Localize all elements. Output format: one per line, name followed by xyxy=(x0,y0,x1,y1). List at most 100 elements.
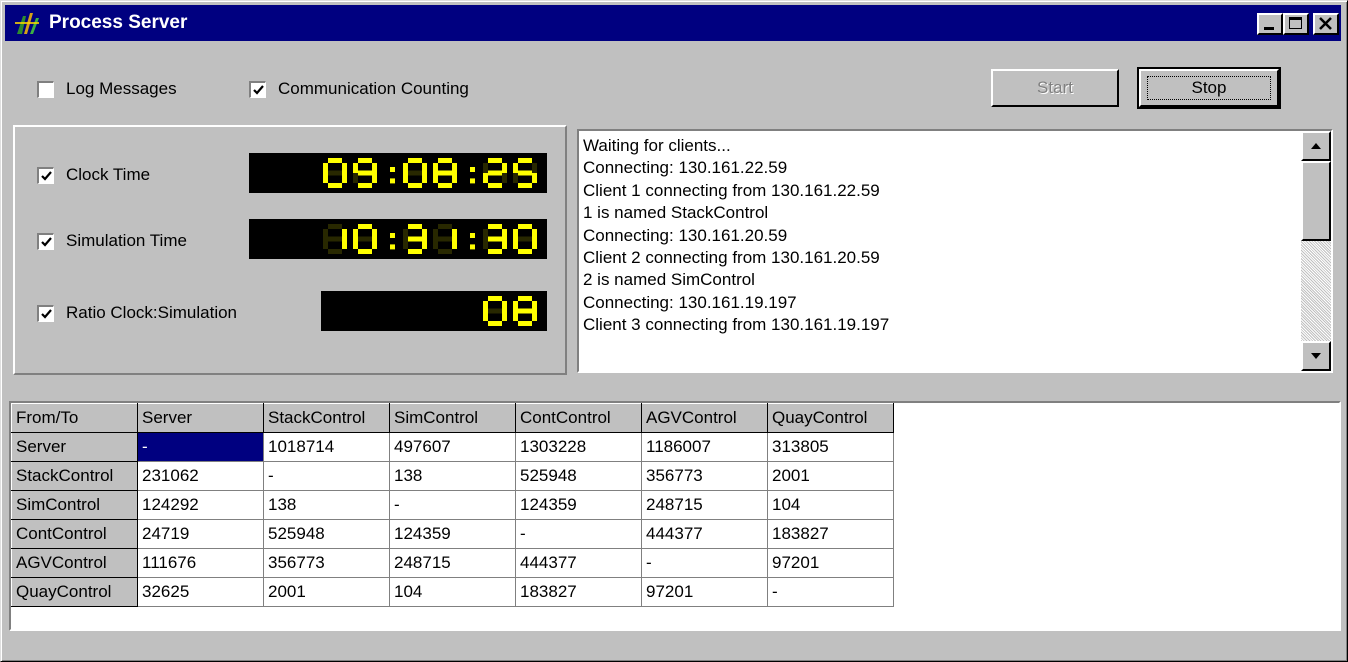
table-cell[interactable]: 313805 xyxy=(767,432,894,462)
column-header[interactable]: Server xyxy=(137,403,264,433)
ratio-display xyxy=(321,291,547,331)
table-cell[interactable]: 124292 xyxy=(137,490,264,520)
communication-matrix[interactable]: From/To Server StackControl SimControl ContC… xyxy=(9,401,1341,631)
stop-button[interactable]: Stop xyxy=(1137,67,1281,109)
lcd-digit xyxy=(433,224,457,254)
checkbox-box xyxy=(37,232,54,250)
table-cell[interactable]: - xyxy=(767,577,894,607)
scroll-down-button[interactable] xyxy=(1301,341,1331,371)
table-cell[interactable]: 111676 xyxy=(137,548,264,578)
table-cell[interactable]: 2001 xyxy=(263,577,390,607)
table-cell[interactable]: 24719 xyxy=(137,519,264,549)
communication-counting-checkbox[interactable]: Communication Counting xyxy=(249,79,469,99)
minimize-button[interactable] xyxy=(1257,13,1283,35)
table-cell[interactable]: 124359 xyxy=(389,519,516,549)
table-cell[interactable]: 97201 xyxy=(641,577,768,607)
log-line: Connecting: 130.161.20.59 xyxy=(583,225,788,245)
log-line: 1 is named StackControl xyxy=(583,203,769,223)
lcd-digit xyxy=(323,224,347,254)
maximize-button[interactable] xyxy=(1283,13,1309,35)
column-header[interactable]: AGVControl xyxy=(641,403,768,433)
column-header[interactable]: StackControl xyxy=(263,403,390,433)
column-header[interactable]: SimControl xyxy=(389,403,516,433)
table-cell[interactable]: 138 xyxy=(263,490,390,520)
row-header[interactable]: Server xyxy=(11,432,138,462)
communication-counting-label: Communication Counting xyxy=(278,79,469,98)
column-header[interactable]: QuayControl xyxy=(767,403,894,433)
lcd-digit xyxy=(353,158,377,188)
table-cell[interactable]: 183827 xyxy=(515,577,642,607)
row-header[interactable]: QuayControl xyxy=(11,577,138,607)
scroll-thumb[interactable] xyxy=(1301,161,1331,241)
simulation-time-checkbox[interactable]: Simulation Time xyxy=(37,231,187,251)
lcd-colon xyxy=(390,167,395,184)
table-cell[interactable]: 231062 xyxy=(137,461,264,491)
table-cell[interactable]: 138 xyxy=(389,461,516,491)
ratio-checkbox[interactable]: Ratio Clock:Simulation xyxy=(37,303,237,323)
communication-table: From/To Server StackControl SimControl ContC… xyxy=(11,403,894,607)
table-cell[interactable]: 32625 xyxy=(137,577,264,607)
table-cell[interactable]: 1186007 xyxy=(641,432,768,462)
lcd-digit xyxy=(483,224,507,254)
clock-time-checkbox[interactable]: Clock Time xyxy=(37,165,150,185)
table-cell[interactable]: 2001 xyxy=(767,461,894,491)
table-cell[interactable]: 356773 xyxy=(263,548,390,578)
corner-header[interactable]: From/To xyxy=(11,403,138,433)
log-messages-checkbox[interactable]: Log Messages xyxy=(37,79,177,99)
table-row: ContControl 24719 525948 124359-444377 18382… xyxy=(11,519,894,549)
ratio-label: Ratio Clock:Simulation xyxy=(66,303,238,322)
row-header[interactable]: SimControl xyxy=(11,490,138,520)
table-row: QuayControl 32625 2001 104 183827 97201- xyxy=(11,577,894,607)
minimize-icon xyxy=(1264,27,1274,30)
process-server-app-icon xyxy=(15,13,39,34)
table-cell[interactable]: 525948 xyxy=(515,461,642,491)
table-cell[interactable]: 248715 xyxy=(641,490,768,520)
table-cell[interactable]: 1303228 xyxy=(515,432,642,462)
table-cell[interactable]: 124359 xyxy=(515,490,642,520)
table-cell[interactable]: - xyxy=(641,548,768,578)
arrow-up-icon xyxy=(1311,143,1321,149)
start-button[interactable]: Start xyxy=(991,69,1119,107)
row-header[interactable]: AGVControl xyxy=(11,548,138,578)
log-line: Client 2 connecting from 130.161.20.59 xyxy=(583,248,880,268)
row-header[interactable]: ContControl xyxy=(11,519,138,549)
log-messages-box[interactable]: Waiting for clients... Connecting: 130.16… xyxy=(577,129,1333,373)
table-cell[interactable]: 497607 xyxy=(389,432,516,462)
title-bar[interactable]: Process Server xyxy=(5,5,1341,41)
table-cell[interactable]: 183827 xyxy=(767,519,894,549)
arrow-down-icon xyxy=(1311,353,1321,359)
log-line: Connecting: 130.161.22.59 xyxy=(583,158,788,178)
vertical-scrollbar[interactable] xyxy=(1301,131,1331,371)
column-header[interactable]: ContControl xyxy=(515,403,642,433)
table-cell[interactable]: 104 xyxy=(389,577,516,607)
table-cell[interactable]: - xyxy=(137,432,264,462)
clock-time-label: Clock Time xyxy=(66,165,151,184)
table-cell[interactable]: 97201 xyxy=(767,548,894,578)
row-header[interactable]: StackControl xyxy=(11,461,138,491)
lcd-digit xyxy=(433,158,457,188)
table-row: StackControl 231062-138 525948 356773 2001 xyxy=(11,461,894,491)
window-title: Process Server xyxy=(49,12,188,33)
log-messages-label: Log Messages xyxy=(66,79,177,98)
table-cell[interactable]: - xyxy=(515,519,642,549)
simulation-time-label: Simulation Time xyxy=(66,231,187,250)
table-cell[interactable]: 525948 xyxy=(263,519,390,549)
table-cell[interactable]: 248715 xyxy=(389,548,516,578)
table-cell[interactable]: 444377 xyxy=(515,548,642,578)
table-cell[interactable]: - xyxy=(263,461,390,491)
table-row: SimControl 124292 138-124359 248715 104 xyxy=(11,490,894,520)
scroll-up-button[interactable] xyxy=(1301,131,1331,161)
close-button[interactable] xyxy=(1313,13,1339,35)
table-cell[interactable]: 444377 xyxy=(641,519,768,549)
table-cell[interactable]: 1018714 xyxy=(263,432,390,462)
lcd-digit xyxy=(353,224,377,254)
table-row: Server -1018714 497607 1303228 1186007 313805 xyxy=(11,432,894,462)
log-line: Client 3 connecting from 130.161.19.197 xyxy=(583,315,890,335)
table-cell[interactable]: 104 xyxy=(767,490,894,520)
table-row: AGVControl 111676 356773 248715 444377-97201 xyxy=(11,548,894,578)
table-cell[interactable]: - xyxy=(389,490,516,520)
maximize-icon xyxy=(1289,17,1302,29)
lcd-colon xyxy=(470,167,475,184)
close-icon xyxy=(1319,17,1332,30)
table-cell[interactable]: 356773 xyxy=(641,461,768,491)
